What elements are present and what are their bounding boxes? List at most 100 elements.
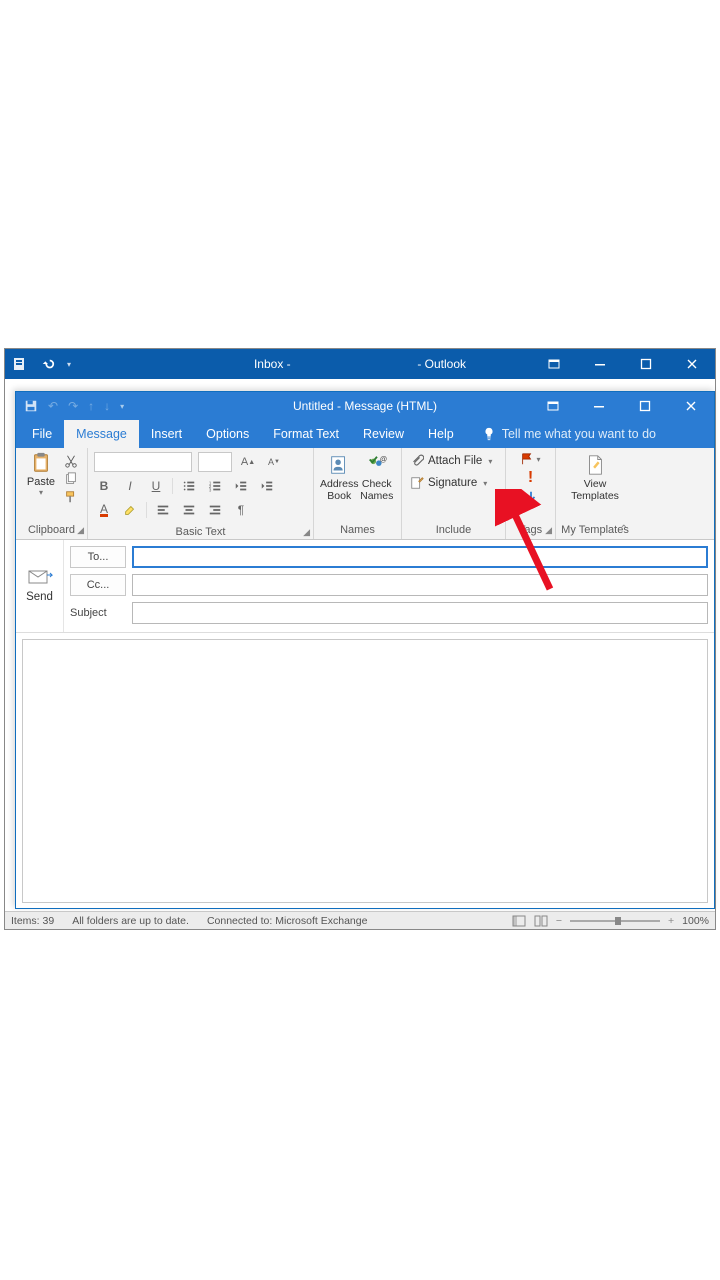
signature-icon (410, 476, 424, 490)
align-center-icon[interactable] (179, 500, 199, 520)
svg-text:@: @ (380, 454, 387, 463)
tab-options[interactable]: Options (194, 420, 261, 448)
zoom-out-icon[interactable]: − (556, 915, 562, 927)
outlook-app-icon (13, 356, 29, 372)
down-arrow-icon (524, 490, 538, 504)
group-clipboard: Paste ▾ Clipboard◢ (16, 448, 88, 539)
zoom-level: 100% (682, 915, 709, 927)
tab-review[interactable]: Review (351, 420, 416, 448)
send-button[interactable]: Send (16, 540, 64, 632)
align-left-icon[interactable] (153, 500, 173, 520)
down-arrow-icon[interactable]: ↓ (104, 399, 110, 413)
save-icon[interactable] (24, 399, 38, 413)
increase-indent-icon[interactable] (257, 476, 277, 496)
parent-title-inbox: Inbox - (254, 357, 291, 371)
tab-file[interactable]: File (20, 420, 64, 448)
lightbulb-icon (482, 427, 496, 441)
bold-button[interactable]: B (94, 476, 114, 496)
undo-icon[interactable]: ↶ (48, 399, 58, 413)
format-painter-icon[interactable] (64, 490, 78, 504)
font-size-combo[interactable] (198, 452, 232, 472)
tab-insert[interactable]: Insert (139, 420, 194, 448)
attach-file-button[interactable]: Attach File▾ (408, 452, 499, 470)
status-items: Items: 39 (11, 915, 54, 927)
bullets-icon[interactable] (179, 476, 199, 496)
zoom-in-icon[interactable]: + (668, 915, 674, 927)
basictext-launcher-icon[interactable]: ◢ (303, 527, 310, 538)
address-book-icon (328, 454, 350, 476)
message-body[interactable] (22, 639, 708, 903)
check-names-icon: @ (366, 454, 388, 476)
qat-customize-icon[interactable]: ▾ (120, 402, 124, 411)
tab-message[interactable]: Message (64, 420, 139, 448)
status-connected: Connected to: Microsoft Exchange (207, 915, 368, 927)
shrink-font-icon[interactable]: A▼ (264, 452, 284, 472)
send-icon (27, 569, 53, 585)
parent-ribbon-display-button[interactable] (531, 349, 577, 379)
highlight-icon[interactable] (120, 500, 140, 520)
group-my-templates: View Templates My Templates ⌃ (556, 448, 634, 539)
parent-minimize-button[interactable] (577, 349, 623, 379)
follow-up-button[interactable]: ▾ (520, 452, 540, 466)
align-right-icon[interactable] (205, 500, 225, 520)
address-book-button[interactable]: Address Book (320, 452, 359, 502)
view-templates-button[interactable]: View Templates (565, 452, 625, 502)
tell-me-search[interactable]: Tell me what you want to do (474, 420, 664, 448)
font-name-combo[interactable] (94, 452, 192, 472)
maximize-button[interactable] (622, 392, 668, 420)
undo-icon[interactable] (41, 357, 55, 371)
message-titlebar: ↶ ↷ ↑ ↓ ▾ Untitled - Message (HTML) (16, 392, 714, 420)
message-window: ↶ ↷ ↑ ↓ ▾ Untitled - Message (HTML) File… (15, 391, 715, 909)
group-basic-text: A▲ A▼ B I U 123 (88, 448, 314, 539)
message-window-title: Untitled - Message (HTML) (293, 399, 437, 413)
tags-launcher-icon[interactable]: ◢ (545, 525, 552, 536)
parent-maximize-button[interactable] (623, 349, 669, 379)
tab-help[interactable]: Help (416, 420, 466, 448)
ribbon: Paste ▾ Clipboard◢ (16, 448, 714, 540)
up-arrow-icon[interactable]: ↑ (88, 399, 94, 413)
status-folders: All folders are up to date. (72, 915, 189, 927)
view-normal-icon[interactable] (512, 915, 526, 927)
clipboard-launcher-icon[interactable]: ◢ (77, 525, 84, 536)
minimize-button[interactable] (576, 392, 622, 420)
collapse-ribbon-icon[interactable]: ⌃ (620, 524, 628, 535)
to-input[interactable] (132, 546, 708, 568)
cc-input[interactable] (132, 574, 708, 596)
cut-icon[interactable] (64, 454, 78, 468)
compose-header: Send To... Cc... Subject (16, 540, 714, 633)
grow-font-icon[interactable]: A▲ (238, 452, 258, 472)
close-button[interactable] (668, 392, 714, 420)
paste-button[interactable]: Paste ▾ (22, 452, 60, 497)
clipboard-icon (30, 452, 52, 474)
templates-icon (584, 454, 606, 476)
high-importance-button[interactable]: ! (528, 469, 533, 487)
low-importance-button[interactable] (524, 490, 538, 504)
group-tags: ▾ ! Tags◢ (506, 448, 556, 539)
copy-icon[interactable] (64, 472, 78, 486)
tab-format-text[interactable]: Format Text (261, 420, 351, 448)
parent-close-button[interactable] (669, 349, 715, 379)
flag-icon (520, 452, 534, 466)
svg-text:3: 3 (209, 487, 212, 492)
signature-button[interactable]: Signature▾ (408, 474, 499, 492)
underline-button[interactable]: U (146, 476, 166, 496)
redo-icon[interactable]: ↷ (68, 399, 78, 413)
cc-button[interactable]: Cc... (70, 574, 126, 596)
subject-input[interactable] (132, 602, 708, 624)
ribbon-display-button[interactable] (530, 392, 576, 420)
check-names-button[interactable]: @ Check Names (359, 452, 395, 502)
parent-window-titlebar: ▾ Inbox - - Outlook (5, 349, 715, 379)
to-button[interactable]: To... (70, 546, 126, 568)
decrease-indent-icon[interactable] (231, 476, 251, 496)
ribbon-tabs: File Message Insert Options Format Text … (16, 420, 714, 448)
qat-dropdown-icon[interactable]: ▾ (67, 360, 71, 369)
subject-label: Subject (70, 607, 126, 619)
italic-button[interactable]: I (120, 476, 140, 496)
font-color-icon[interactable]: A (94, 500, 114, 520)
paragraph-mark-icon[interactable]: ¶ (231, 500, 251, 520)
status-bar: Items: 39 All folders are up to date. Co… (5, 911, 715, 929)
numbering-icon[interactable]: 123 (205, 476, 225, 496)
zoom-slider[interactable] (570, 920, 660, 922)
view-reading-icon[interactable] (534, 915, 548, 927)
paperclip-icon (410, 454, 424, 468)
